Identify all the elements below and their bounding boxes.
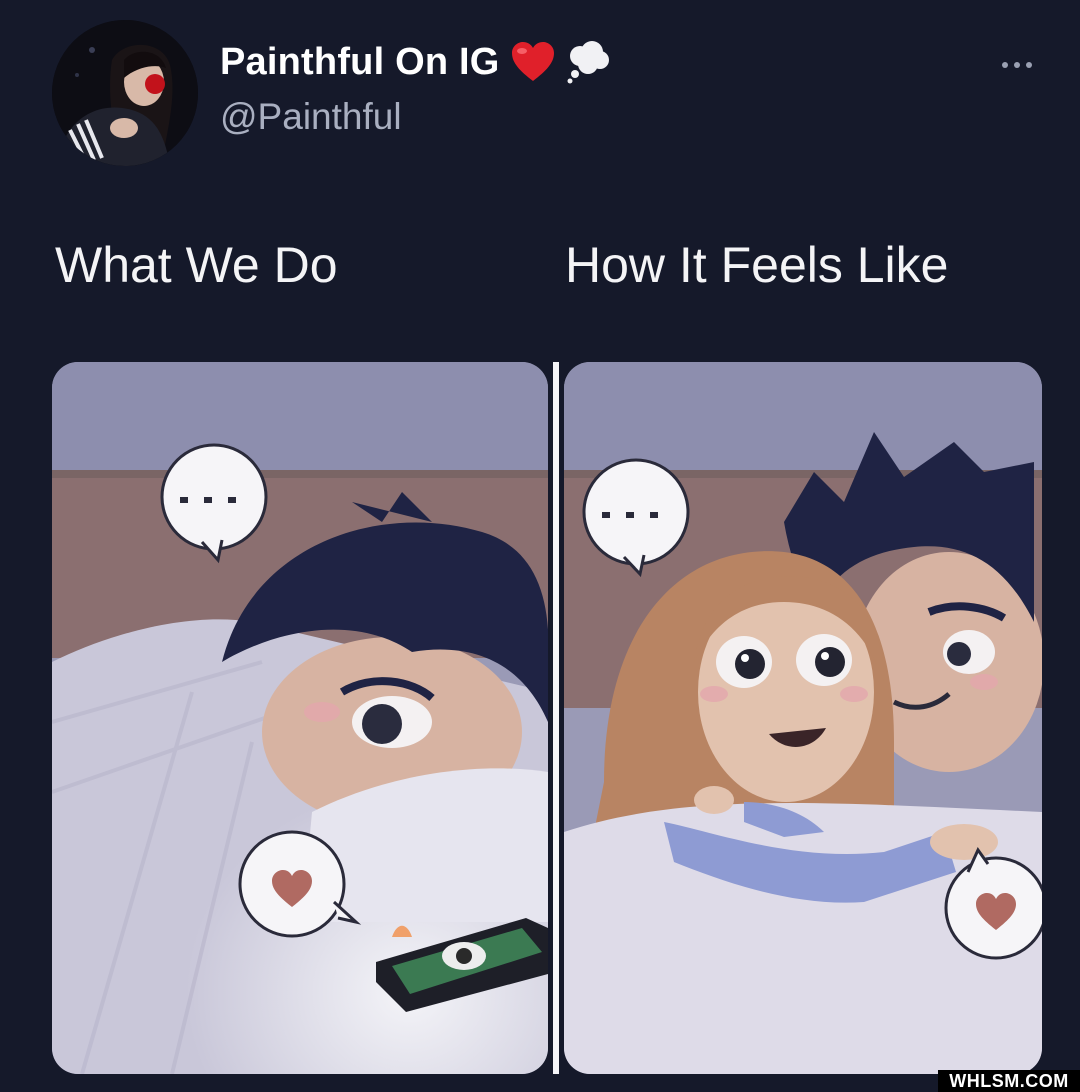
avatar-image	[52, 20, 198, 166]
name-row: Painthful On IG	[220, 40, 612, 84]
user-handle[interactable]: @Painthful	[220, 96, 402, 138]
thought-bubble-icon	[566, 40, 612, 84]
panel-divider	[553, 362, 559, 1074]
comic-panel-left	[52, 362, 548, 1074]
caption-right: How It Feels Like	[565, 237, 949, 293]
comic-panel-right	[564, 362, 1042, 1074]
display-name[interactable]: Painthful On IG	[220, 41, 500, 84]
heart-emoji-icon	[510, 41, 556, 83]
avatar[interactable]	[52, 20, 198, 166]
more-options-icon[interactable]	[995, 50, 1039, 80]
comic-image	[52, 362, 1042, 1074]
watermark: WHLSM.COM	[938, 1070, 1080, 1092]
caption-left: What We Do	[55, 237, 338, 293]
tweet-card: Painthful On IG @Painthful What We Do Ho…	[0, 0, 1080, 1092]
